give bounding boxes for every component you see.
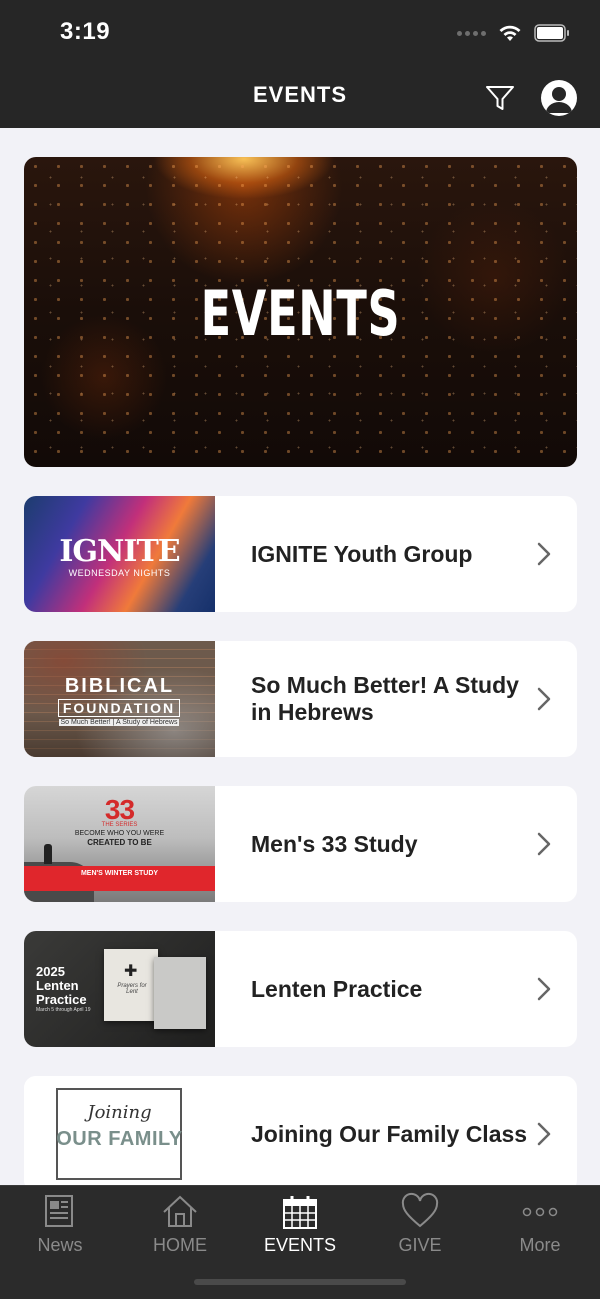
tab-news[interactable]: News [0, 1186, 120, 1266]
event-title: Men's 33 Study [251, 830, 418, 857]
thumb-headline: OUR FAMILY [56, 1128, 183, 1150]
more-icon [522, 1207, 558, 1217]
wifi-icon [498, 24, 522, 42]
event-thumbnail: IGNITE WEDNESDAY NIGHTS [24, 496, 215, 612]
tab-label: More [519, 1235, 561, 1255]
tab-label: News [37, 1235, 83, 1255]
event-thumbnail: Joining OUR FAMILY [24, 1076, 215, 1192]
signal-icon [457, 30, 486, 36]
event-title: So Much Better! A Study in Hebrews [251, 672, 519, 725]
event-title: Joining Our Family Class [251, 1120, 528, 1147]
thumb-subtitle: THE SERIES [101, 822, 138, 828]
thumb-caption: CREATED TO BE [87, 838, 152, 847]
profile-icon[interactable] [541, 80, 577, 116]
tab-label: HOME [153, 1235, 207, 1255]
tab-more[interactable]: More [480, 1186, 600, 1266]
chevron-right-icon [537, 542, 551, 566]
heart-icon [401, 1192, 439, 1228]
thumb-band-text: MEN'S WINTER STUDY [80, 870, 159, 877]
battery-icon [534, 24, 570, 42]
hero-title: EVENTS [200, 277, 401, 350]
event-thumbnail: 33 THE SERIES BECOME WHO YOU WERE CREATE… [24, 786, 215, 902]
thumb-subtitle: WEDNESDAY NIGHTS [68, 568, 171, 578]
chevron-right-icon [537, 977, 551, 1001]
event-title: Lenten Practice [251, 975, 423, 1002]
event-card-ignite[interactable]: IGNITE WEDNESDAY NIGHTS IGNITE Youth Gro… [24, 496, 577, 612]
news-icon [45, 1195, 73, 1227]
thumb-caption: BECOME WHO YOU WERE [74, 830, 165, 837]
event-card-lenten[interactable]: ✚ Prayers for Lent 2025 Lenten Practice … [24, 931, 577, 1047]
event-title: IGNITE Youth Group [251, 540, 473, 567]
event-card-mens-33[interactable]: 33 THE SERIES BECOME WHO YOU WERE CREATE… [24, 786, 577, 902]
tab-label: GIVE [398, 1235, 442, 1255]
hero-banner[interactable]: EVENTS [24, 157, 577, 467]
tab-events[interactable]: EVENTS [240, 1186, 360, 1266]
tab-give[interactable]: GIVE [360, 1186, 480, 1266]
chevron-right-icon [537, 832, 551, 856]
thumb-script: Joining [87, 1102, 152, 1123]
chevron-right-icon [537, 687, 551, 711]
thumb-subtitle: FOUNDATION [58, 699, 180, 717]
tab-label: EVENTS [263, 1235, 337, 1255]
thumb-headline: IGNITE [59, 534, 180, 569]
tab-home[interactable]: HOME [120, 1186, 240, 1266]
top-bar: 3:19 EVENTS [0, 0, 600, 128]
thumb-book-title: Prayers for Lent [117, 983, 147, 995]
event-thumbnail: BIBLICAL FOUNDATION So Much Better! | A … [24, 641, 215, 757]
thumb-headline: 2025 Lenten Practice [36, 964, 87, 1007]
home-icon [163, 1195, 197, 1227]
home-indicator [194, 1279, 406, 1285]
thumb-caption: So Much Better! | A Study of Hebrews [59, 719, 179, 726]
calendar-icon [283, 1196, 317, 1229]
status-icons [457, 20, 570, 46]
thumb-caption: March 5 through April 19 [36, 1007, 91, 1013]
thumb-headline: BIBLICAL [64, 675, 175, 697]
event-thumbnail: ✚ Prayers for Lent 2025 Lenten Practice … [24, 931, 215, 1047]
event-card-joining-family[interactable]: Joining OUR FAMILY Joining Our Family Cl… [24, 1076, 577, 1192]
cross-icon: ✚ [124, 963, 138, 980]
filter-icon[interactable] [484, 82, 516, 114]
event-card-hebrews[interactable]: BIBLICAL FOUNDATION So Much Better! | A … [24, 641, 577, 757]
chevron-right-icon [537, 1122, 551, 1146]
status-time: 3:19 [60, 18, 111, 45]
